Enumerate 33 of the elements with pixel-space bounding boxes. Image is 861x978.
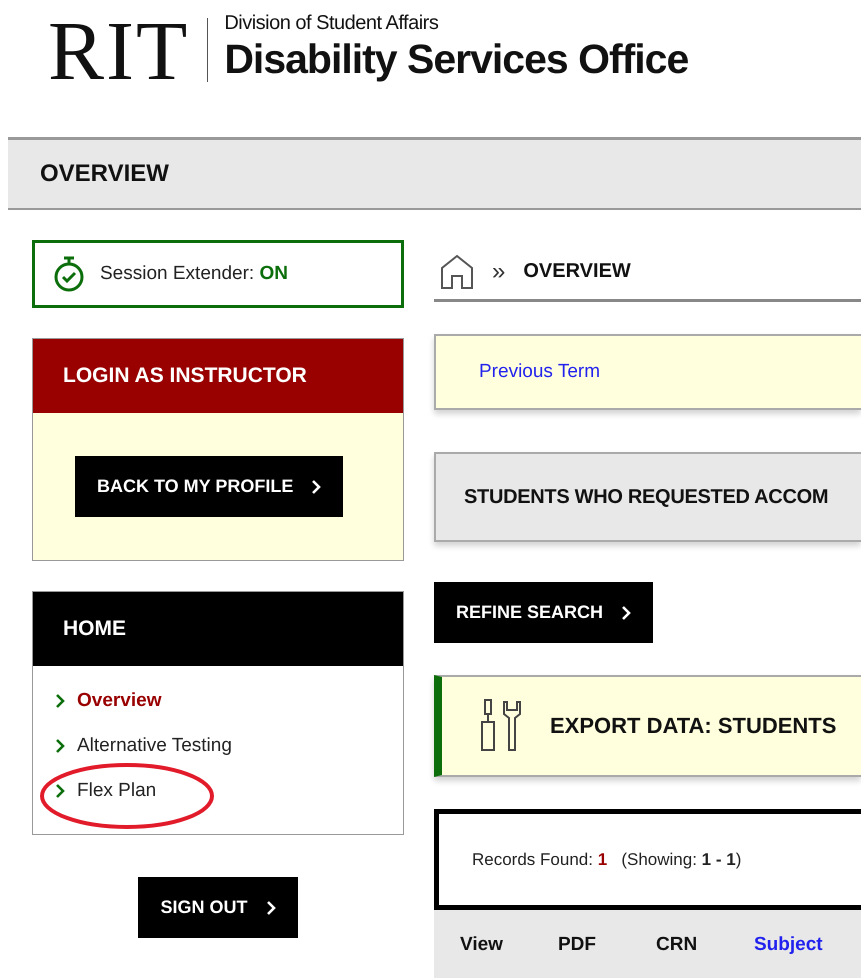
nav-link[interactable]: Overview (55, 690, 162, 712)
page-title: OVERVIEW (40, 160, 169, 188)
chevron-right-icon (55, 783, 65, 799)
column-header: CRN (656, 934, 698, 956)
breadcrumb-separator: » (492, 258, 506, 286)
session-extender-label: Session Extender: ON (100, 263, 288, 285)
chevron-right-icon (311, 478, 322, 494)
section-heading: EXPORT DATA: STUDENTS (550, 713, 836, 739)
chevron-right-icon (266, 900, 276, 916)
chevron-right-icon (55, 693, 65, 709)
office-name: Disability Services Office (224, 35, 688, 84)
sign-out-button[interactable]: SIGN OUT (138, 877, 298, 938)
session-extender[interactable]: Session Extender: ON (32, 240, 404, 308)
nav-link[interactable]: Flex Plan (55, 780, 156, 802)
nav-link[interactable]: Alternative Testing (55, 735, 232, 757)
column-header: PDF (558, 934, 597, 956)
home-icon[interactable] (440, 254, 474, 290)
column-header[interactable]: Subject (754, 934, 823, 956)
breadcrumb-current: OVERVIEW (523, 260, 631, 283)
previous-term-link[interactable]: Previous Term (479, 361, 600, 383)
stopwatch-check-icon (52, 255, 86, 293)
panel-title: LOGIN AS INSTRUCTOR (63, 364, 307, 388)
records-summary: Records Found: 1 (Showing: 1 - 1) (472, 850, 742, 870)
rit-logo: RIT (48, 12, 190, 92)
column-header: View (460, 934, 504, 956)
section-heading: STUDENTS WHO REQUESTED ACCOM (464, 486, 828, 508)
back-to-profile-button[interactable]: BACK TO MY PROFILE (75, 456, 344, 517)
chevron-right-icon (55, 738, 65, 754)
chevron-right-icon (621, 604, 632, 620)
refine-search-button[interactable]: REFINE SEARCH (434, 582, 654, 643)
panel-title: HOME (63, 617, 126, 641)
division-name: Division of Student Affairs (224, 12, 440, 34)
tools-icon (478, 698, 524, 754)
